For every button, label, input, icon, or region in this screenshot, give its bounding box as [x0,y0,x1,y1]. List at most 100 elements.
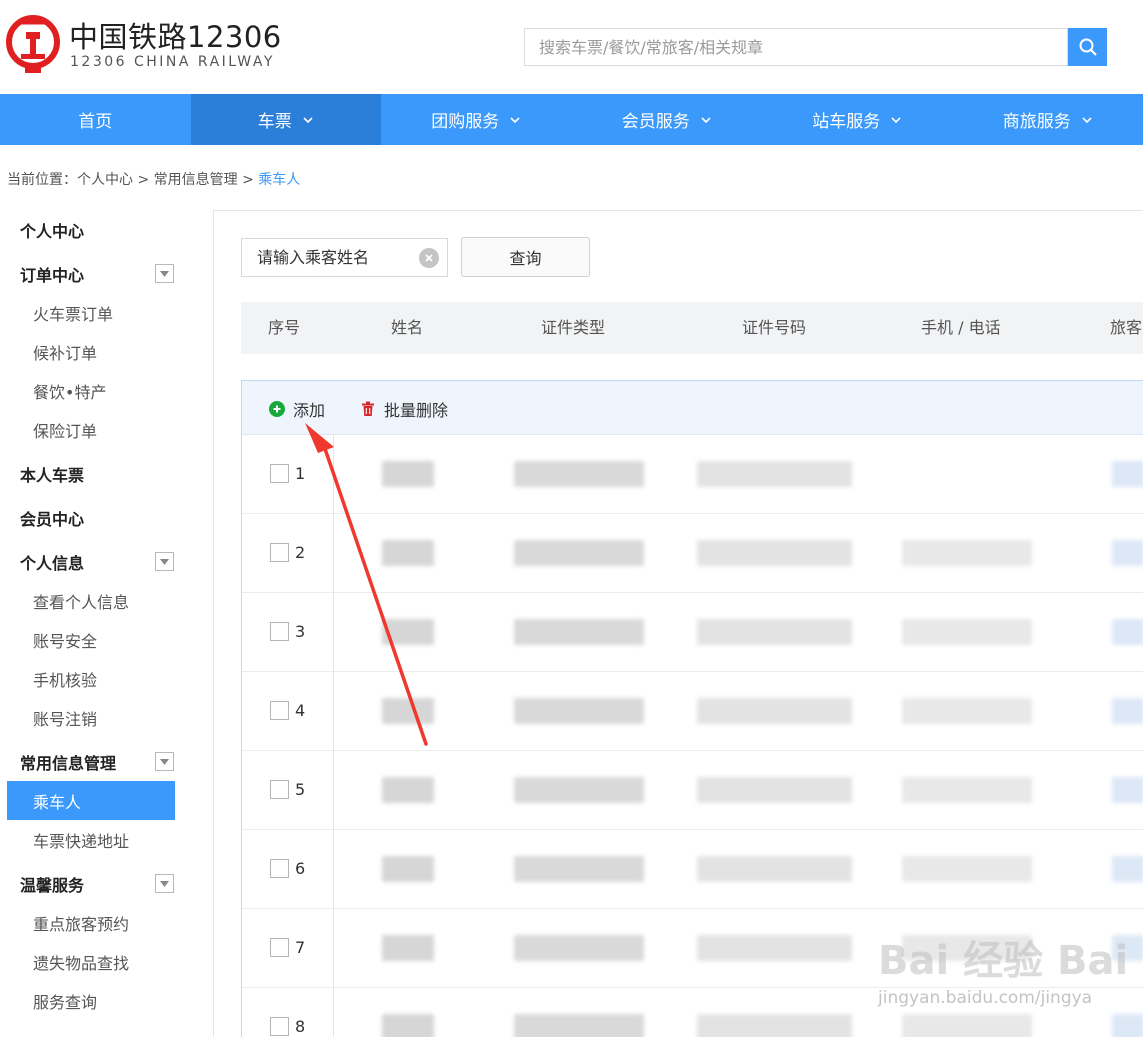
redacted-cell [514,540,644,566]
redacted-cell [697,540,852,566]
add-passenger-button[interactable]: 添加 [269,397,325,421]
table-toolbar: 添加 批量删除 [242,381,1143,435]
nav-item-business[interactable]: 商旅服务 [953,94,1143,145]
redacted-cell [697,619,852,645]
sidebar-item-personal-info[interactable]: 个人信息 [0,542,200,581]
passenger-table: 添加 批量删除 1 2 3 4 5 6 7 8 [241,380,1143,1037]
sidebar-item-view-info[interactable]: 查看个人信息 [0,581,200,620]
sidebar-item-priority-booking[interactable]: 重点旅客预约 [0,903,200,942]
sidebar-item-warm-service[interactable]: 温馨服务 [0,864,200,903]
collapse-toggle-icon[interactable] [155,264,174,283]
collapse-toggle-icon[interactable] [155,874,174,893]
sidebar-item-catering[interactable]: 餐饮•特产 [0,371,200,410]
redacted-cell [382,1014,434,1037]
sidebar-item-passengers[interactable]: 乘车人 [7,781,175,820]
sidebar-item-phone-verify[interactable]: 手机核验 [0,659,200,698]
redacted-cell [697,777,852,803]
row-checkbox[interactable] [270,1017,289,1036]
nav-item-member[interactable]: 会员服务 [572,94,763,145]
redacted-cell [697,698,852,724]
passenger-name-input[interactable] [242,239,417,276]
row-index: 5 [295,780,306,799]
chevron-down-icon [303,116,313,123]
sidebar-item-waitlist-orders[interactable]: 候补订单 [0,332,200,371]
passenger-name-filter [241,238,448,277]
row-index: 8 [295,1017,306,1036]
row-index: 3 [295,622,306,641]
redacted-cell [382,461,434,487]
sidebar-item-member-center[interactable]: 会员中心 [0,498,200,537]
row-checkbox[interactable] [270,464,289,483]
search-button[interactable] [1068,28,1107,66]
collapse-toggle-icon[interactable] [155,552,174,571]
sidebar-item-label: 个人信息 [20,553,85,573]
nav-label: 团购服务 [431,112,500,132]
breadcrumb-current: 乘车人 [258,172,301,188]
column-header-name: 姓名 [391,318,424,337]
nav-item-station[interactable]: 站车服务 [762,94,953,145]
row-checkbox[interactable] [270,938,289,957]
sidebar-item-common-info[interactable]: 常用信息管理 [0,742,200,781]
nav-label: 商旅服务 [1002,112,1071,132]
add-label: 添加 [293,401,326,420]
header: 中国铁路12306 12306 CHINA RAILWAY [0,0,1143,94]
sidebar-item-label: 火车票订单 [33,304,114,324]
collapse-toggle-icon[interactable] [155,752,174,771]
sidebar-item-personal-center[interactable]: 个人中心 [0,210,200,249]
sidebar-item-insurance[interactable]: 保险订单 [0,410,200,449]
redacted-cell [697,856,852,882]
railway-logo-icon[interactable] [5,14,61,74]
sidebar-item-delivery-address[interactable]: 车票快递地址 [0,820,200,859]
sidebar-item-label: 遗失物品查找 [33,953,130,973]
batch-delete-label: 批量删除 [384,401,449,420]
row-checkbox[interactable] [270,622,289,641]
redacted-cell [902,1014,1032,1037]
content-top-border [214,210,1143,211]
redacted-cell [902,935,1032,961]
nav-label: 站车服务 [812,112,881,132]
row-checkbox[interactable] [270,701,289,720]
breadcrumb-path[interactable]: 当前位置：个人中心 > 常用信息管理 > [7,172,258,188]
trash-icon [362,401,374,416]
sidebar-item-label: 餐饮•特产 [33,382,107,402]
sidebar-item-account-cancel[interactable]: 账号注销 [0,698,200,737]
redacted-cell [514,698,644,724]
sidebar-item-train-orders[interactable]: 火车票订单 [0,293,200,332]
query-button[interactable]: 查询 [461,237,590,277]
logo-title: 中国铁路12306 [69,20,282,54]
row-checkbox[interactable] [270,780,289,799]
row-index: 7 [295,938,306,957]
row-checkbox[interactable] [270,543,289,562]
search-icon [1079,38,1097,56]
sidebar-item-service-query[interactable]: 服务查询 [0,981,200,1020]
nav-item-group-buy[interactable]: 团购服务 [381,94,572,145]
redacted-cell [1112,698,1143,724]
nav-item-home[interactable]: 首页 [0,94,191,145]
sidebar-item-order-center[interactable]: 订单中心 [0,254,200,293]
chevron-down-icon [891,116,901,123]
table-row: 4 [242,672,1143,751]
sidebar-item-lost-found[interactable]: 遗失物品查找 [0,942,200,981]
sidebar-item-label: 车票快递地址 [33,831,130,851]
redacted-cell [382,856,434,882]
redacted-cell [514,461,644,487]
redacted-cell [382,540,434,566]
clear-icon[interactable] [419,248,439,268]
batch-delete-button[interactable]: 批量删除 [360,397,448,421]
redacted-cell [697,461,852,487]
search-input[interactable] [525,29,1067,65]
column-header-index: 序号 [268,318,301,337]
table-row: 8 [242,988,1143,1037]
sidebar-item-label: 乘车人 [33,792,82,812]
sidebar-item-label: 订单中心 [20,265,85,285]
table-header: 序号 姓名 证件类型 证件号码 手机 / 电话 旅客 [241,302,1143,354]
sidebar-item-account-security[interactable]: 账号安全 [0,620,200,659]
row-checkbox[interactable] [270,859,289,878]
nav-item-tickets[interactable]: 车票 [190,94,381,145]
redacted-cell [1112,540,1143,566]
redacted-cell [514,619,644,645]
redacted-cell [382,698,434,724]
table-row: 7 [242,909,1143,988]
main-nav: 首页 车票 团购服务 会员服务 站车服务 商旅服务 [0,94,1143,145]
sidebar-item-my-tickets[interactable]: 本人车票 [0,454,200,493]
